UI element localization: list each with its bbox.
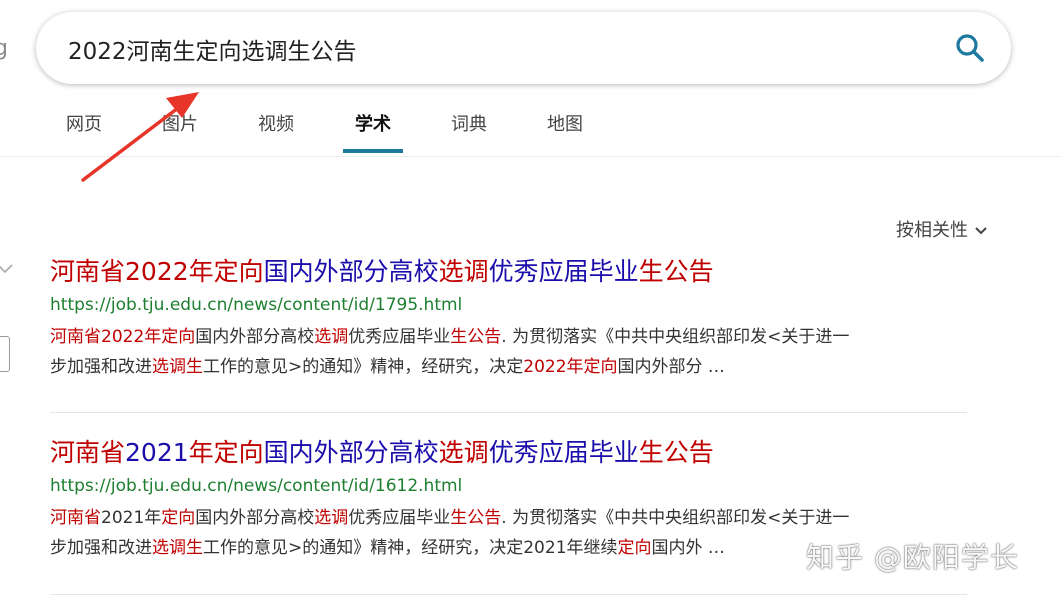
- highlighted-keyword: 选调: [314, 327, 349, 347]
- highlighted-keyword: 年定向: [188, 438, 264, 467]
- text-run: 2021年: [101, 508, 162, 528]
- tab-videos[interactable]: 视频: [258, 110, 294, 136]
- snippet-line: 河南省2022年定向国内外部分高校选调优秀应届毕业生公告. 为贯彻落实《中共中央…: [50, 322, 970, 352]
- highlighted-keyword: 河南省: [50, 508, 101, 528]
- tab-maps[interactable]: 地图: [547, 110, 583, 136]
- text-run: 步加强和改进: [50, 538, 152, 558]
- result-divider: [50, 412, 967, 413]
- search-box: [36, 12, 1011, 84]
- highlighted-keyword: 河南省2022年定向: [50, 257, 264, 286]
- highlighted-keyword: 选调生: [152, 357, 203, 377]
- text-run: 国内外 …: [651, 538, 725, 558]
- text-run: 优秀应届毕业: [488, 438, 639, 467]
- text-run: 2021: [125, 438, 189, 467]
- text-run: 国内外部分高校: [263, 257, 439, 286]
- highlighted-keyword: 选调生: [152, 538, 203, 558]
- text-run: . 为贯彻落实《中共中央组织部印发<关于进一: [501, 327, 850, 347]
- text-run: 步加强和改进: [50, 357, 152, 377]
- text-run: 国内外部分高校: [195, 327, 315, 347]
- side-checkbox[interactable]: [0, 336, 10, 372]
- highlighted-keyword: 生公告: [638, 257, 714, 286]
- search-button[interactable]: [953, 31, 987, 65]
- chevron-down-icon: [975, 227, 987, 235]
- highlighted-keyword: 选调: [438, 438, 489, 467]
- result-item: 河南省2022年定向国内外部分高校选调优秀应届毕业生公告 https://job…: [50, 256, 980, 382]
- text-run: 工作的意见>的通知》精神，经研究，决定: [203, 357, 524, 377]
- text-run: 国内外部分高校: [263, 438, 439, 467]
- highlighted-keyword: 2022年定向: [523, 357, 618, 377]
- search-input[interactable]: [68, 32, 928, 66]
- result-title-link[interactable]: 河南省2022年定向国内外部分高校选调优秀应届毕业生公告: [50, 256, 980, 288]
- snippet-line: 河南省2021年定向国内外部分高校选调优秀应届毕业生公告. 为贯彻落实《中共中央…: [50, 503, 970, 533]
- snippet-line: 步加强和改进选调生工作的意见>的通知》精神，经研究，决定2022年定向国内外部分…: [50, 352, 970, 382]
- highlighted-keyword: 定向: [617, 538, 652, 558]
- result-title-link[interactable]: 河南省2021年定向国内外部分高校选调优秀应届毕业生公告: [50, 437, 980, 469]
- chevron-down-icon[interactable]: [0, 262, 14, 276]
- highlighted-keyword: 选调: [438, 257, 489, 286]
- result-url[interactable]: https://job.tju.edu.cn/news/content/id/1…: [50, 475, 980, 497]
- text-run: 国内外部分 …: [617, 357, 725, 377]
- highlighted-keyword: 河南省2022年定向: [50, 327, 196, 347]
- zhihu-watermark: 知乎 @欧阳学长: [806, 541, 1019, 574]
- sort-dropdown[interactable]: 按相关性: [896, 216, 988, 242]
- highlighted-keyword: 选调: [314, 508, 349, 528]
- text-run: 优秀应届毕业: [348, 508, 451, 528]
- search-icon: [956, 34, 984, 62]
- annotation-arrow: [81, 92, 199, 182]
- text-run: . 为贯彻落实《中共中央组织部印发<关于进一: [501, 508, 850, 528]
- result-url[interactable]: https://job.tju.edu.cn/news/content/id/1…: [50, 294, 980, 316]
- text-run: 工作的意见>的通知》精神，经研究，决定2021年继续: [203, 538, 618, 558]
- highlighted-keyword: 生公告: [638, 438, 714, 467]
- highlighted-keyword: 生公告: [450, 508, 502, 528]
- text-run: 优秀应届毕业: [348, 327, 451, 347]
- highlighted-keyword: 生公告: [450, 327, 502, 347]
- logo-fragment: g: [0, 36, 8, 61]
- highlighted-keyword: 定向: [161, 508, 196, 528]
- active-tab-indicator: [343, 149, 403, 153]
- sort-label: 按相关性: [896, 220, 968, 241]
- tab-academic[interactable]: 学术: [355, 110, 391, 136]
- text-run: 国内外部分高校: [195, 508, 315, 528]
- highlighted-keyword: 河南省: [50, 438, 126, 467]
- text-run: 优秀应届毕业: [488, 257, 639, 286]
- result-divider: [50, 594, 967, 595]
- tab-dictionary[interactable]: 词典: [451, 110, 487, 136]
- result-snippet: 河南省2022年定向国内外部分高校选调优秀应届毕业生公告. 为贯彻落实《中共中央…: [50, 322, 970, 382]
